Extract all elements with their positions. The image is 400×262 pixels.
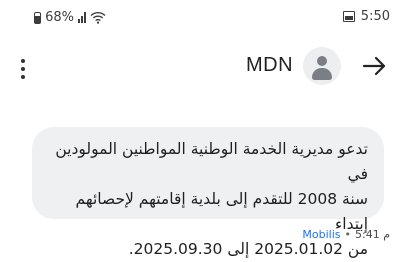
message-time: 5:41 م bbox=[354, 228, 390, 241]
back-arrow-icon[interactable] bbox=[362, 54, 388, 78]
message-bubble[interactable]: تدعو مديرية الخدمة الوطنية المواطنين الم… bbox=[32, 127, 384, 258]
image-icon bbox=[342, 11, 355, 22]
status-time: 5:50 bbox=[360, 9, 390, 24]
status-indicators: 68% bbox=[34, 10, 106, 25]
wifi-icon bbox=[90, 11, 106, 24]
signal-icon bbox=[78, 12, 86, 23]
battery-icon bbox=[34, 11, 42, 24]
contact-name: MDN bbox=[246, 54, 294, 76]
message-text: تدعو مديرية الخدمة الوطنية المواطنين الم… bbox=[55, 140, 368, 258]
status-clock-area: 5:50 bbox=[342, 9, 390, 24]
avatar-icon[interactable] bbox=[303, 47, 341, 85]
battery-percent: 68% bbox=[45, 10, 74, 25]
sender-name[interactable]: Mobilis bbox=[302, 228, 340, 241]
status-bar: 68% 5:50 bbox=[0, 0, 400, 34]
more-vert-icon[interactable] bbox=[16, 56, 30, 82]
message-meta: Mobilis • 5:41 م bbox=[302, 228, 390, 241]
meta-separator: • bbox=[344, 228, 351, 241]
